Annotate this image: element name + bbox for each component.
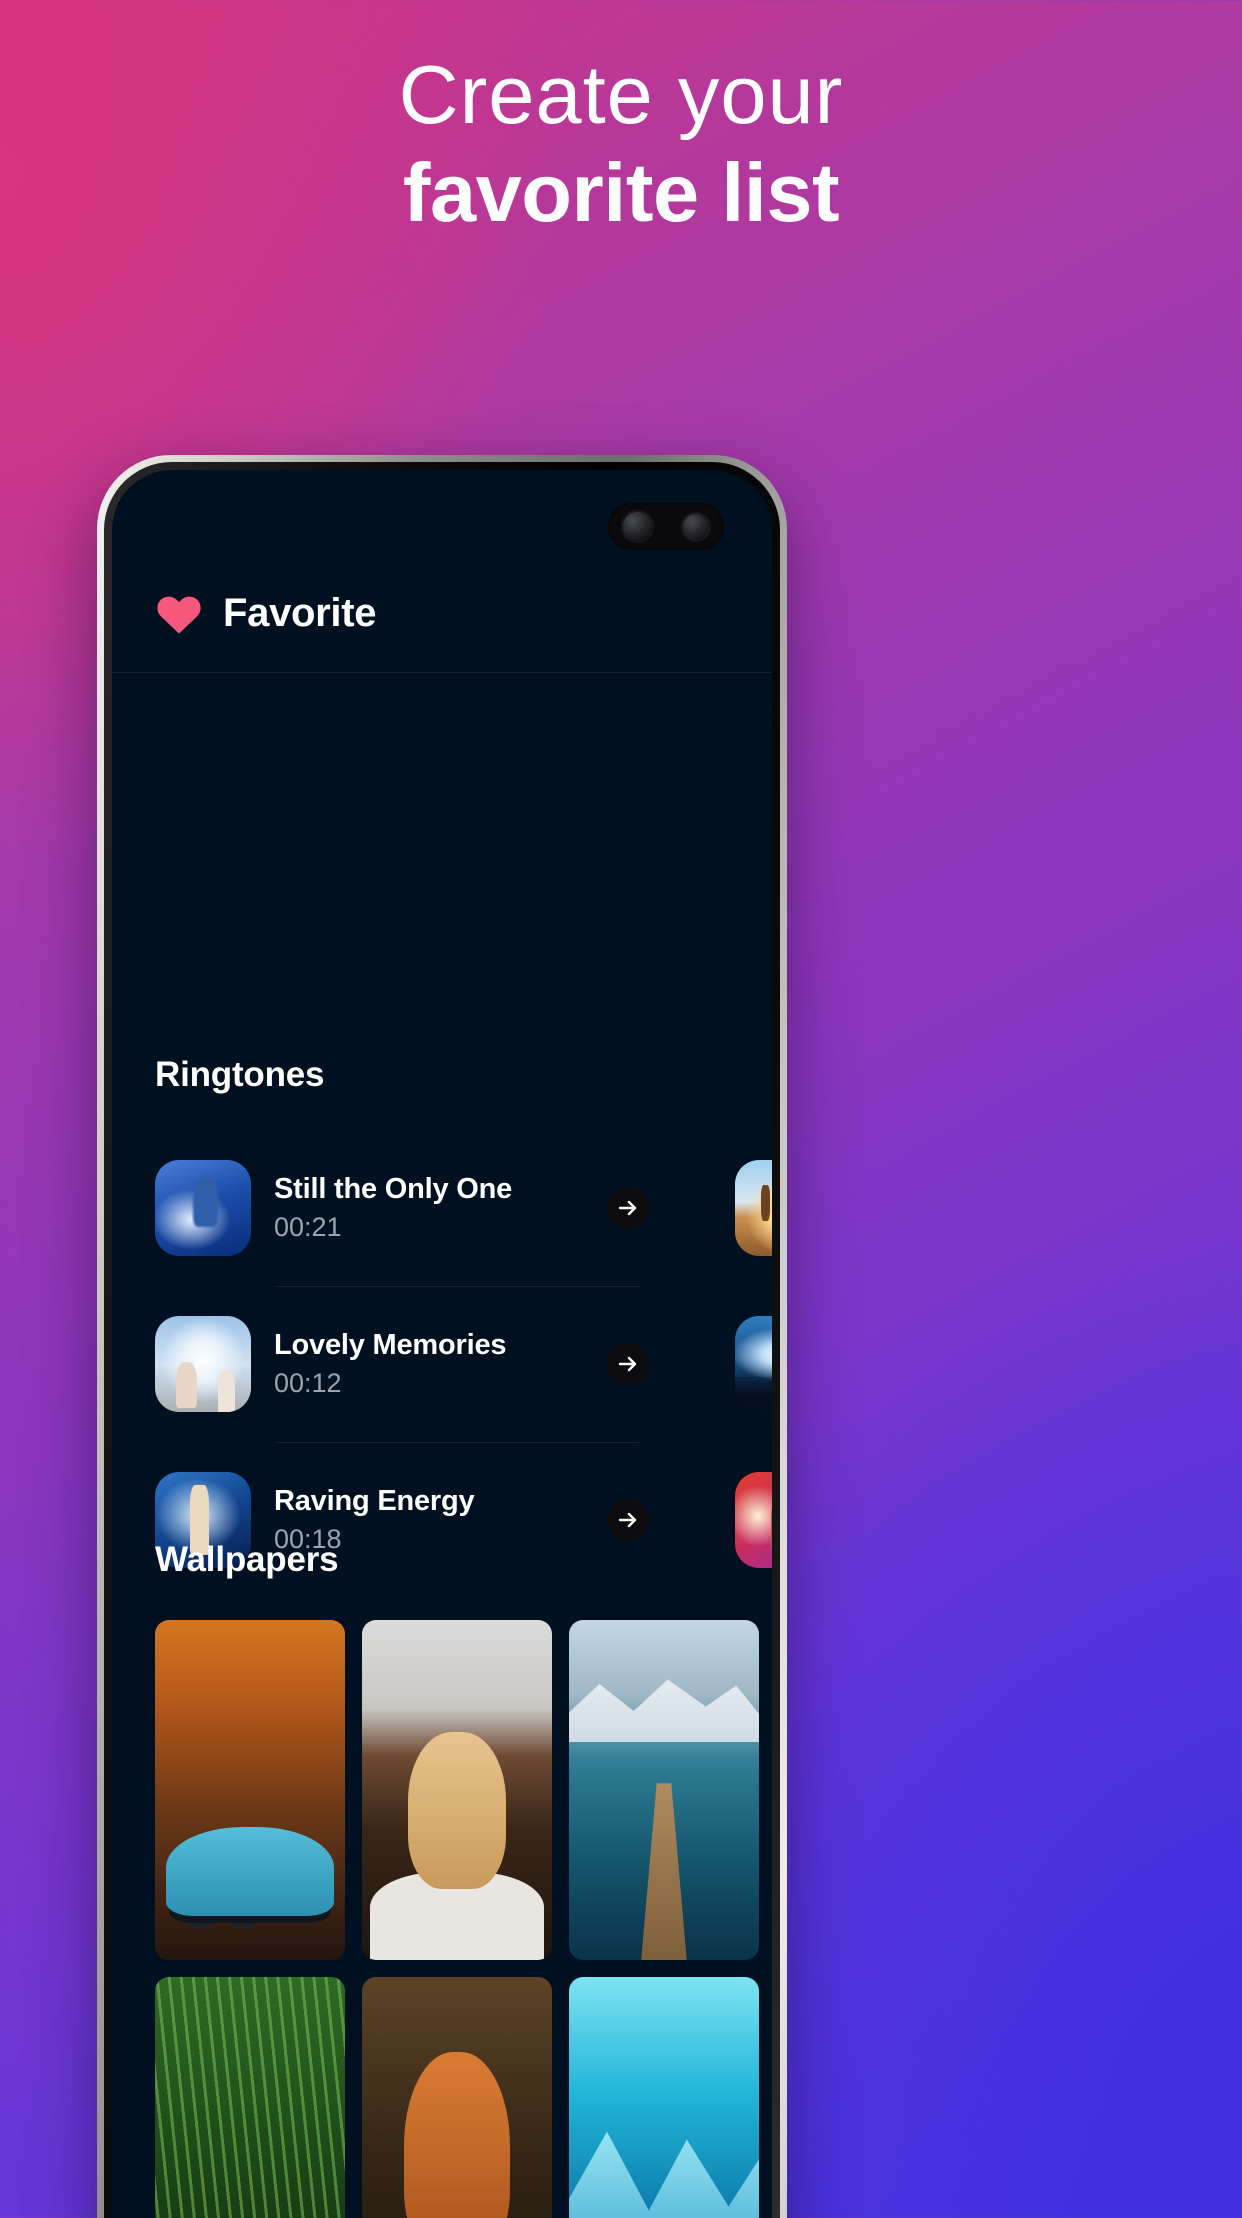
phone-mockup: Favorite Ringtones Still the Only One 00… [97, 455, 787, 2218]
headline-line-2: favorite list [402, 145, 840, 239]
wallpaper-card-car[interactable] [155, 1620, 345, 1960]
ringtone-duration: 00:21 [274, 1212, 342, 1242]
ringtone-go-button[interactable] [607, 1343, 649, 1385]
ringtone-thumbnail[interactable] [735, 1316, 772, 1412]
ringtone-thumbnail[interactable] [155, 1316, 251, 1412]
ringtone-row[interactable]: Du 01:0 [735, 1130, 772, 1286]
ringtone-row[interactable]: Lovely Memories 00:12 [155, 1286, 649, 1442]
phone-screen: Favorite Ringtones Still the Only One 00… [112, 470, 772, 2218]
section-header-wallpapers: Wallpapers [155, 1540, 339, 1579]
front-camera-secondary-icon [680, 511, 711, 542]
phone-bezel: Favorite Ringtones Still the Only One 00… [104, 462, 780, 2218]
arrow-right-icon [618, 1356, 637, 1372]
page-title: Favorite [223, 590, 377, 635]
headline-line-1: Create your [398, 48, 844, 141]
wallpaper-card-fox[interactable] [362, 1977, 552, 2218]
ringtone-thumbnail[interactable] [735, 1472, 772, 1568]
front-camera-icon [621, 510, 655, 543]
arrow-right-icon [618, 1512, 637, 1528]
ringtone-duration: 00:12 [274, 1368, 342, 1398]
wallpaper-card-ice-mountain[interactable] [569, 1977, 759, 2218]
heart-icon [157, 596, 201, 634]
ringtones-grid: Still the Only One 00:21 Lovely Memories… [112, 1130, 772, 1598]
camera-punch-hole [608, 503, 724, 550]
ringtone-thumbnail[interactable] [735, 1160, 772, 1256]
arrow-right-icon [618, 1200, 637, 1216]
app-header: Favorite [112, 554, 772, 673]
wallpaper-card-puppy[interactable] [362, 1620, 552, 1960]
ringtone-thumbnail[interactable] [155, 1160, 251, 1256]
ringtone-column-left: Still the Only One 00:21 Lovely Memories… [112, 1130, 692, 1598]
section-header-ringtones: Ringtones [155, 1055, 325, 1094]
wallpaper-card-grass[interactable] [155, 1977, 345, 2218]
ringtone-row[interactable]: Still the Only One 00:21 [155, 1130, 649, 1286]
ringtone-row[interactable]: Le 00: [735, 1442, 772, 1598]
ringtone-row[interactable]: Fir 00: [735, 1286, 772, 1442]
ringtone-title: Raving Energy [274, 1485, 475, 1517]
promo-headline: Create your favorite list [0, 50, 1242, 237]
ringtone-meta: Lovely Memories 00:12 [251, 1329, 601, 1399]
ringtone-column-right: Du 01:0 Fir 00: [692, 1130, 772, 1598]
ringtone-title: Still the Only One [274, 1173, 513, 1205]
ringtone-meta: Still the Only One 00:21 [251, 1173, 601, 1243]
wallpapers-grid [155, 1620, 772, 2218]
ringtone-go-button[interactable] [607, 1187, 649, 1229]
wallpaper-card-lake-pier[interactable] [569, 1620, 759, 1960]
ringtone-title: Lovely Memories [274, 1329, 507, 1361]
ringtone-go-button[interactable] [607, 1499, 649, 1541]
